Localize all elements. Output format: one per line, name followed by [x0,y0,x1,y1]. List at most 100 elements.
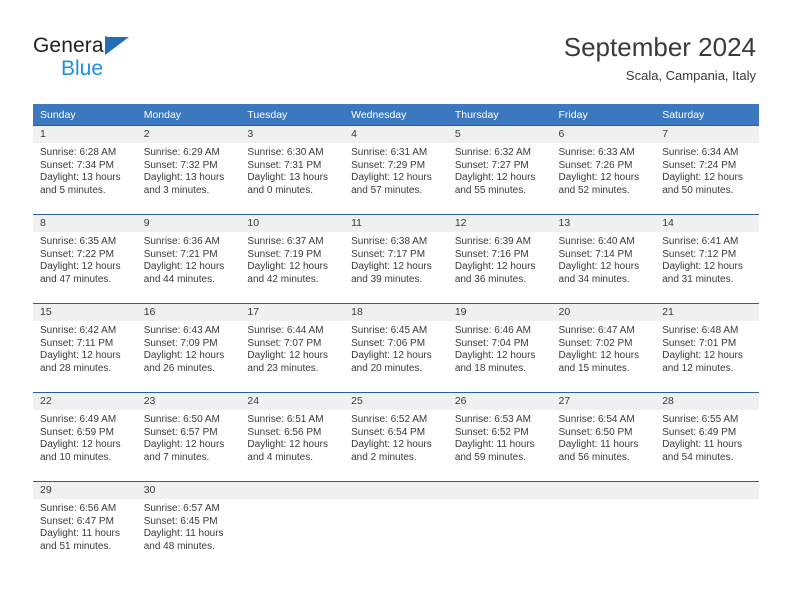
calendar-week-row: 29 Sunrise: 6:56 AM Sunset: 6:47 PM Dayligh… [33,481,759,570]
day-cell[interactable]: 23 Sunrise: 6:50 AM Sunset: 6:57 PM Dayligh… [136,392,241,482]
daylight-text-line1: Daylight: 13 hours [40,172,121,184]
sunrise-text: Sunrise: 6:43 AM [143,325,220,336]
day-cell[interactable]: 15 Sunrise: 6:42 AM Sunset: 7:11 PM Dayligh… [33,303,137,393]
day-cell[interactable]: 25 Sunrise: 6:52 AM Sunset: 6:54 PM Dayligh… [344,392,448,482]
daylight-text-line2: and 34 minutes. [558,273,630,285]
day-cell[interactable]: 14 Sunrise: 6:41 AM Sunset: 7:12 PM Dayligh… [655,214,759,304]
day-cell[interactable]: 9 Sunrise: 6:36 AM Sunset: 7:21 PM Daylight… [136,214,241,304]
sunrise-text: Sunrise: 6:32 AM [454,147,531,158]
daylight-text-line2: and 57 minutes. [351,184,423,196]
day-cell[interactable]: 1 Sunrise: 6:28 AM Sunset: 7:34 PM Daylight… [33,125,137,215]
title-block: September 2024 Scala, Campania, Italy [564,32,756,84]
daylight-text-line2: and 31 minutes. [662,273,734,285]
day-cell[interactable]: 12 Sunrise: 6:39 AM Sunset: 7:16 PM Dayligh… [447,214,552,304]
day-cell[interactable]: 11 Sunrise: 6:38 AM Sunset: 7:17 PM Dayligh… [344,214,448,304]
sunrise-text: Sunrise: 6:35 AM [40,236,117,247]
sunset-text: Sunset: 6:50 PM [558,426,633,438]
day-cell[interactable]: 30 Sunrise: 6:57 AM Sunset: 6:45 PM Dayligh… [136,481,241,570]
daylight-text-line2: and 47 minutes. [40,273,112,285]
daylight-text-line1: Daylight: 12 hours [558,261,640,273]
daylight-text-line1: Daylight: 12 hours [351,439,432,451]
daylight-text-line2: and 36 minutes. [454,273,526,285]
weekday-header-row: Sunday Monday Tuesday Wednesday Thursday… [33,104,759,126]
day-cell[interactable]: 19 Sunrise: 6:46 AM Sunset: 7:04 PM Dayligh… [447,303,552,393]
sunset-text: Sunset: 7:09 PM [143,337,218,349]
page-header: General Blue September 2024 Scala, Campa… [0,0,792,100]
day-cell[interactable]: 2 Sunrise: 6:29 AM Sunset: 7:32 PM Daylight… [136,125,241,215]
day-number [655,482,759,499]
day-cell[interactable]: 27 Sunrise: 6:54 AM Sunset: 6:50 PM Dayligh… [551,392,656,482]
day-cell[interactable]: 13 Sunrise: 6:40 AM Sunset: 7:14 PM Dayligh… [551,214,656,304]
day-number: 28 [655,393,759,410]
calendar-week-row: 22 Sunrise: 6:49 AM Sunset: 6:59 PM Dayligh… [33,392,759,482]
sunset-text: Sunset: 6:47 PM [40,515,114,527]
day-cell[interactable]: 4 Sunrise: 6:31 AM Sunset: 7:29 PM Daylight… [344,125,448,215]
day-cell[interactable]: 6 Sunrise: 6:33 AM Sunset: 7:26 PM Daylight… [551,125,656,215]
day-number: 15 [33,304,137,321]
calendar-body: 1 Sunrise: 6:28 AM Sunset: 7:34 PM Daylight… [33,125,759,570]
day-cell[interactable]: 17 Sunrise: 6:44 AM Sunset: 7:07 PM Dayligh… [240,303,345,393]
day-number: 25 [344,393,448,410]
sunrise-text: Sunrise: 6:50 AM [143,414,220,425]
sunrise-text: Sunrise: 6:33 AM [558,147,635,158]
day-number: 11 [344,215,448,232]
day-number: 10 [240,215,345,232]
day-number: 16 [136,304,241,321]
day-number: 29 [33,482,137,499]
sunrise-text: Sunrise: 6:38 AM [351,236,428,247]
daylight-text-line1: Daylight: 12 hours [40,261,121,273]
daylight-text-line1: Daylight: 12 hours [247,261,329,273]
sunset-text: Sunset: 7:16 PM [454,248,529,260]
day-cell[interactable]: 10 Sunrise: 6:37 AM Sunset: 7:19 PM Dayligh… [240,214,345,304]
day-cell[interactable]: 5 Sunrise: 6:32 AM Sunset: 7:27 PM Daylight… [447,125,552,215]
calendar-week-row: 1 Sunrise: 6:28 AM Sunset: 7:34 PM Daylight… [33,125,759,215]
column-header-saturday: Saturday [655,104,759,126]
sunset-text: Sunset: 6:57 PM [143,426,218,438]
day-number: 30 [136,482,241,499]
blue-triangle-logo-icon [105,37,129,55]
day-cell[interactable]: 29 Sunrise: 6:56 AM Sunset: 6:47 PM Dayligh… [33,481,137,570]
sunset-text: Sunset: 7:11 PM [40,337,114,349]
day-cell[interactable]: 18 Sunrise: 6:45 AM Sunset: 7:06 PM Dayligh… [344,303,448,393]
day-cell[interactable]: 22 Sunrise: 6:49 AM Sunset: 6:59 PM Dayligh… [33,392,137,482]
day-number: 27 [551,393,656,410]
sunset-text: Sunset: 7:27 PM [454,159,529,171]
sunrise-text: Sunrise: 6:44 AM [247,325,324,336]
sunset-text: Sunset: 6:56 PM [247,426,322,438]
sunset-text: Sunset: 7:31 PM [247,159,322,171]
daylight-text-line1: Daylight: 12 hours [40,439,121,451]
day-cell[interactable]: 7 Sunrise: 6:34 AM Sunset: 7:24 PM Daylight… [655,125,759,215]
day-cell[interactable]: 20 Sunrise: 6:47 AM Sunset: 7:02 PM Dayligh… [551,303,656,393]
generalblue-logo[interactable]: General Blue [33,33,213,85]
daylight-text-line2: and 18 minutes. [454,362,526,374]
day-number: 9 [136,215,241,232]
calendar-page: General Blue September 2024 Scala, Campa… [0,0,792,612]
daylight-text-line1: Daylight: 12 hours [40,350,121,362]
sunset-text: Sunset: 6:59 PM [40,426,114,438]
day-cell[interactable]: 21 Sunrise: 6:48 AM Sunset: 7:01 PM Dayligh… [655,303,759,393]
column-header-thursday: Thursday [447,104,552,126]
day-cell[interactable]: 8 Sunrise: 6:35 AM Sunset: 7:22 PM Daylight… [33,214,137,304]
sunrise-text: Sunrise: 6:40 AM [558,236,635,247]
daylight-text-line2: and 48 minutes. [143,540,215,552]
daylight-text-line2: and 4 minutes. [247,451,314,463]
day-cell[interactable]: 24 Sunrise: 6:51 AM Sunset: 6:56 PM Dayligh… [240,392,345,482]
day-number [240,482,345,499]
daylight-text-line2: and 3 minutes. [143,184,210,196]
calendar-week-row: 8 Sunrise: 6:35 AM Sunset: 7:22 PM Daylight… [33,214,759,304]
daylight-text-line1: Daylight: 12 hours [247,439,329,451]
sunrise-text: Sunrise: 6:30 AM [247,147,324,158]
day-cell[interactable]: 16 Sunrise: 6:43 AM Sunset: 7:09 PM Dayligh… [136,303,241,393]
column-header-sunday: Sunday [33,104,137,126]
day-cell[interactable]: 3 Sunrise: 6:30 AM Sunset: 7:31 PM Daylight… [240,125,345,215]
daylight-text-line2: and 59 minutes. [454,451,526,463]
day-number: 23 [136,393,241,410]
day-number: 17 [240,304,345,321]
daylight-text-line2: and 42 minutes. [247,273,319,285]
day-cell[interactable]: 26 Sunrise: 6:53 AM Sunset: 6:52 PM Dayligh… [447,392,552,482]
daylight-text-line1: Daylight: 11 hours [40,528,120,540]
daylight-text-line1: Daylight: 11 hours [662,439,743,451]
day-cell[interactable]: 28 Sunrise: 6:55 AM Sunset: 6:49 PM Dayligh… [655,392,759,482]
daylight-text-line1: Daylight: 12 hours [143,350,225,362]
page-title: September 2024 [563,32,756,62]
